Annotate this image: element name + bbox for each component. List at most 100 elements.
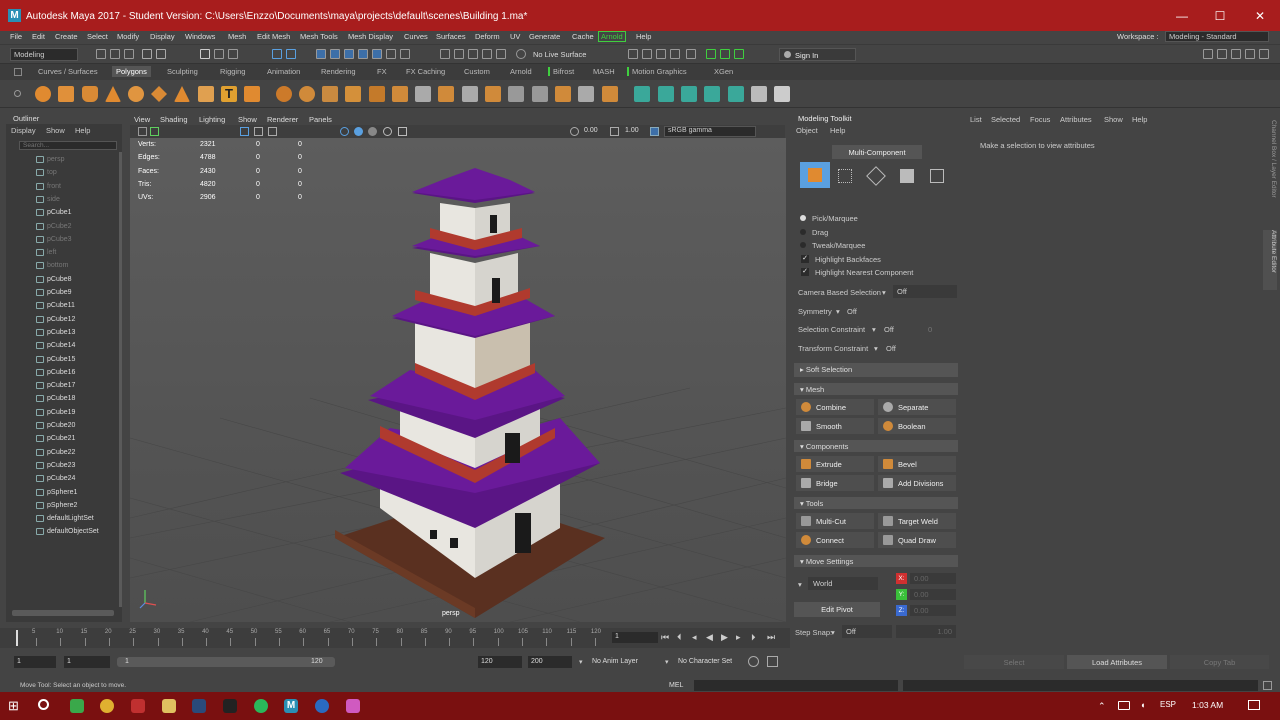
lights-icon[interactable] xyxy=(383,127,392,136)
tools-section-header[interactable]: ▾ Tools xyxy=(794,497,958,509)
snap-to-curve-icon[interactable] xyxy=(454,49,464,59)
outliner-item[interactable]: pCube15 xyxy=(36,355,75,363)
script-editor-icon[interactable] xyxy=(1263,681,1272,690)
bridge-button[interactable]: Bridge xyxy=(796,475,874,491)
outliner-vertical-scrollbar[interactable] xyxy=(119,152,122,607)
bevel-shelf-icon[interactable] xyxy=(438,86,454,102)
taskbar-app-icon-1[interactable] xyxy=(70,699,84,713)
command-line-input[interactable] xyxy=(694,680,898,691)
outliner-item[interactable]: pCube22 xyxy=(36,448,75,456)
menu-uv[interactable]: UV xyxy=(510,32,520,41)
boolean-shelf-icon[interactable] xyxy=(345,86,361,102)
step-back-frame-icon[interactable]: ◂ xyxy=(692,632,697,643)
lock-selection-icon[interactable] xyxy=(400,49,410,59)
select-by-surface-icon[interactable] xyxy=(358,49,368,59)
undo-icon[interactable] xyxy=(142,49,152,59)
snap-to-view-icon[interactable] xyxy=(482,49,492,59)
animation-end-field[interactable]: 200 xyxy=(528,656,572,668)
auto-key-icon[interactable] xyxy=(748,656,759,667)
highlight-nearest-checkbox[interactable]: ✓ xyxy=(801,268,809,276)
shelf-tab-polygons[interactable]: Polygons xyxy=(112,66,151,77)
y-value-field[interactable]: 0.00 xyxy=(910,589,956,600)
shelf-settings-icon[interactable] xyxy=(14,68,22,76)
shelf-tab-animation[interactable]: Animation xyxy=(267,67,300,76)
fill-hole-icon[interactable] xyxy=(369,86,385,102)
attr-menu-selected[interactable]: Selected xyxy=(991,115,1020,124)
cylindrical-uv-icon[interactable] xyxy=(681,86,697,102)
poly-cube-icon[interactable] xyxy=(58,86,74,102)
taskbar-app-icon-3[interactable] xyxy=(131,699,145,713)
world-arrow-icon[interactable]: ▾ xyxy=(798,580,802,589)
attr-menu-show[interactable]: Show xyxy=(1104,115,1123,124)
step-snap-arrow-icon[interactable]: ▾ xyxy=(831,628,835,637)
render-view-icon[interactable] xyxy=(642,49,652,59)
taskbar-app-icon-10[interactable] xyxy=(346,699,360,713)
play-forwards-icon[interactable]: ▶ xyxy=(721,632,728,643)
shelf-tab-rigging[interactable]: Rigging xyxy=(220,67,245,76)
poly-svg-icon[interactable] xyxy=(244,86,260,102)
outliner-item[interactable]: pSphere2 xyxy=(36,501,77,509)
windows-start-icon[interactable]: ⊞ xyxy=(8,699,22,713)
attribute-editor-side-tab[interactable]: Attribute Editor xyxy=(1263,230,1277,290)
menu-display[interactable]: Display xyxy=(150,32,175,41)
step-back-key-icon[interactable]: ⏴ xyxy=(677,632,682,643)
select-camera-icon[interactable] xyxy=(138,127,147,136)
menu-deform[interactable]: Deform xyxy=(475,32,500,41)
menu-surfaces[interactable]: Surfaces xyxy=(436,32,466,41)
outliner-item[interactable]: pCube11 xyxy=(36,302,75,310)
viewport-menu-shading[interactable]: Shading xyxy=(160,115,188,124)
new-scene-icon[interactable] xyxy=(96,49,106,59)
textured-icon[interactable] xyxy=(368,127,377,136)
shelf-tab-sculpting[interactable]: Sculpting xyxy=(167,67,198,76)
toggle-attribute-editor-icon[interactable] xyxy=(1217,49,1227,59)
viewport-menu-panels[interactable]: Panels xyxy=(309,115,332,124)
viewport-menu-view[interactable]: View xyxy=(134,115,150,124)
snap-curve-icon[interactable] xyxy=(286,49,296,59)
step-snap-number[interactable]: 1.00 xyxy=(896,625,956,638)
select-component-icon[interactable] xyxy=(228,49,238,59)
spherical-uv-icon[interactable] xyxy=(704,86,720,102)
file-explorer-icon[interactable] xyxy=(162,699,176,713)
select-by-joint-icon[interactable] xyxy=(330,49,340,59)
select-by-deformer-icon[interactable] xyxy=(372,49,382,59)
drag-radio[interactable] xyxy=(800,229,806,235)
quad-draw-button[interactable]: Quad Draw xyxy=(878,532,956,548)
arnold-ipr-icon[interactable] xyxy=(720,49,730,59)
symmetry-value[interactable]: Off xyxy=(847,307,857,316)
viewport-3d[interactable]: Verts: 2321 0 0 Edges: 4788 0 0 Faces: 2430 0 0 Tris… xyxy=(130,138,786,622)
uv-mode-icon[interactable] xyxy=(930,169,944,183)
smooth-button[interactable]: Smooth xyxy=(796,418,874,434)
grid-icon[interactable] xyxy=(240,127,249,136)
live-surface-icon[interactable] xyxy=(516,49,526,59)
color-management-icon[interactable] xyxy=(650,127,659,136)
menu-generate[interactable]: Generate xyxy=(529,32,560,41)
language-indicator[interactable]: ESP xyxy=(1160,700,1176,709)
toggle-tool-settings-icon[interactable] xyxy=(1231,49,1241,59)
outliner-item[interactable]: pCube2 xyxy=(36,222,72,230)
transform-constraint-arrow-icon[interactable]: ▾ xyxy=(874,344,878,353)
uv-toolkit-icon[interactable] xyxy=(774,86,790,102)
toolkit-menu-object[interactable]: Object xyxy=(796,126,818,135)
wedge-shelf-icon[interactable] xyxy=(485,86,501,102)
outliner-item[interactable]: pCube13 xyxy=(36,328,75,336)
attr-select-button[interactable]: Select xyxy=(964,655,1064,669)
selection-constraint-number[interactable]: 0 xyxy=(928,325,932,334)
target-weld-shelf-icon[interactable] xyxy=(578,86,594,102)
menu-select[interactable]: Select xyxy=(87,32,108,41)
z-value-field[interactable]: 0.00 xyxy=(910,605,956,616)
playback-start-field[interactable]: 1 xyxy=(64,656,110,668)
render-settings-icon[interactable] xyxy=(628,49,638,59)
outliner-item[interactable]: pSphere1 xyxy=(36,488,77,496)
playback-end-field[interactable]: 120 xyxy=(478,656,522,668)
separate-button[interactable]: Separate xyxy=(878,399,956,415)
menu-help[interactable]: Help xyxy=(636,32,651,41)
go-to-end-icon[interactable]: ⏭ xyxy=(767,632,775,643)
camera-based-selection-arrow-icon[interactable]: ▾ xyxy=(882,288,886,297)
shelf-tab-bifrost[interactable]: Bifrost xyxy=(548,67,574,76)
add-divisions-button[interactable]: Add Divisions xyxy=(878,475,956,491)
step-snap-value[interactable]: Off xyxy=(842,625,892,638)
minimize-button[interactable]: — xyxy=(1172,8,1192,24)
attr-menu-focus[interactable]: Focus xyxy=(1030,115,1050,124)
edit-pivot-button[interactable]: Edit Pivot xyxy=(794,602,880,617)
volume-icon[interactable]: ◖ xyxy=(1140,700,1145,710)
